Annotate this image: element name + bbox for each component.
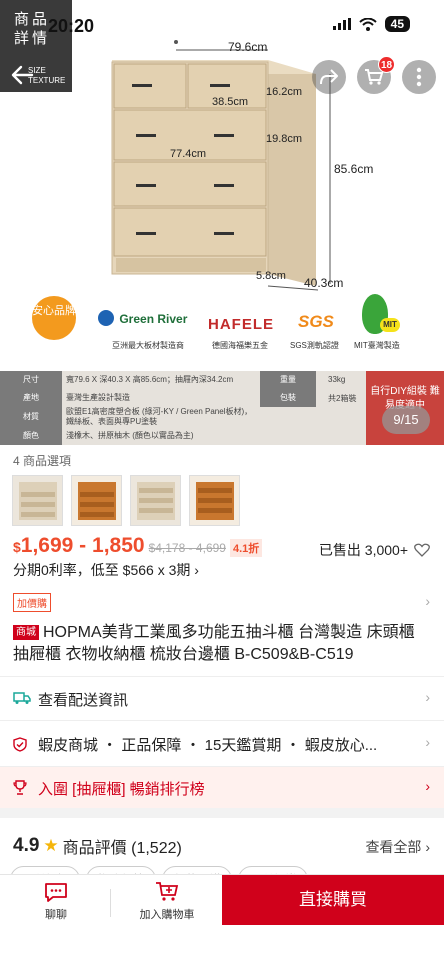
brand-mit: MIT <box>380 318 400 332</box>
hafele-caption: 德國海福樂五金 <box>212 341 268 350</box>
shipping-row[interactable]: 查看配送資訊 › <box>0 676 444 720</box>
ranking-row[interactable]: 入圍 [抽屜櫃] 暢銷排行榜 › <box>0 766 444 808</box>
chevron-right-icon: › <box>425 689 430 705</box>
sold-count: 已售出 3,000+ <box>319 540 430 560</box>
ranking-label: 入圍 [抽屜櫃] 暢銷排行榜 <box>38 781 205 798</box>
spec-label-size: 尺寸 <box>0 371 62 389</box>
variant-thumb[interactable] <box>189 475 240 526</box>
battery-indicator: 45 <box>384 16 410 32</box>
spec-table: 尺寸 寬79.6 X 深40.3 X 高85.6cm；抽屜內深34.2cm 產地… <box>0 371 444 445</box>
mall-tag: 商城 <box>13 625 39 640</box>
dim-leg: 5.8cm <box>256 270 286 282</box>
add-cart-label: 加入購物車 <box>139 909 195 921</box>
spec-value-size: 寬79.6 X 深40.3 X 高85.6cm；抽屜內深34.2cm <box>66 375 234 384</box>
detail-badge-sub: SIZE TEXTURE <box>28 66 66 85</box>
bottom-separator <box>110 889 111 917</box>
variant-thumb[interactable] <box>71 475 122 526</box>
price-range: 1,699 - 1,850 <box>20 534 145 557</box>
share-button[interactable] <box>312 60 346 94</box>
sold-label: 已售出 3,000+ <box>318 542 408 558</box>
dim-top-drawer-height: 16.2cm <box>266 86 303 98</box>
chat-button[interactable]: 聊聊 <box>36 881 76 922</box>
dim-drawer-width: 77.4cm <box>170 148 207 160</box>
truck-icon <box>13 692 31 704</box>
installment-info[interactable]: 分期0利率，低至 $566 x 3期 › <box>13 560 199 580</box>
brand-safe-label: 安心品牌 <box>32 305 76 317</box>
spec-label-color: 顏色 <box>0 427 62 445</box>
variant-thumb[interactable] <box>12 475 63 526</box>
guarantee-label: 蝦皮商城 ・ 正品保障 ・ 15天鑑賞期 ・ 蝦皮放心... <box>38 737 378 754</box>
rating-score: 4.9 <box>13 835 40 856</box>
image-counter: 9/15 <box>382 406 430 434</box>
rating-summary: 4.9 ★ 商品評價 (1,522) <box>13 834 182 858</box>
sgs-caption: SGS測軌認證 <box>290 341 339 350</box>
dim-height: 85.6cm <box>334 162 374 176</box>
dim-drawer-height: 19.8cm <box>266 133 303 145</box>
guarantee-row[interactable]: 蝦皮商城 ・ 正品保障 ・ 15天鑑賞期 ・ 蝦皮放心... › <box>0 720 444 766</box>
chat-label: 聊聊 <box>45 909 67 921</box>
signal-icon <box>332 18 351 30</box>
addon-tag[interactable]: 加價購 <box>13 593 51 612</box>
dim-depth: 40.3cm <box>304 276 344 290</box>
spec-value-package: 共2箱裝 <box>328 394 357 403</box>
dim-top-drawer-width: 38.5cm <box>212 96 249 108</box>
cart-button[interactable]: 18 <box>357 56 395 94</box>
green-river-label: Green River <box>119 312 188 326</box>
variant-thumbnails <box>12 475 240 526</box>
variant-thumb[interactable] <box>130 475 181 526</box>
product-title-text: HOPMA美背工業風多功能五抽斗櫃 台灣製造 床頭櫃 抽屜櫃 衣物收納櫃 梳妝台… <box>13 624 415 663</box>
share-icon <box>320 69 338 85</box>
original-price: $4,178 - 4,699 <box>148 541 226 555</box>
spec-label-origin: 產地 <box>0 389 62 407</box>
green-river-caption: 亞洲最大板材製造商 <box>112 341 184 350</box>
spec-label-weight: 重量 <box>260 371 316 389</box>
star-icon: ★ <box>43 836 59 855</box>
chat-icon <box>45 883 67 902</box>
back-arrow-icon[interactable] <box>10 64 34 86</box>
price-row: $ 1,699 - 1,850 $4,178 - 4,699 4.1折 <box>13 534 263 558</box>
rating-label: 商品評價 (1,522) <box>62 840 182 857</box>
spec-value-material: 歐盟E1高密度塑合板 (綠河-KY / Green Panel板材)，鐵絲板、表… <box>66 407 253 426</box>
chevron-right-icon: › <box>425 734 430 750</box>
more-icon <box>416 67 422 87</box>
chevron-right-icon: › <box>425 778 430 794</box>
variants-title: 4 商品選項 <box>13 454 72 468</box>
bottom-action-bar: 聊聊 加入購物車 直接購買 <box>0 874 444 960</box>
spec-label-package: 包裝 <box>260 389 316 407</box>
add-cart-icon <box>156 882 179 901</box>
spec-label-material: 材質 <box>0 407 62 427</box>
status-time: 20:20 <box>48 16 95 36</box>
section-divider <box>0 808 444 818</box>
shield-icon <box>13 737 27 752</box>
see-all-reviews[interactable]: 查看全部 › <box>365 837 430 857</box>
shipping-label: 查看配送資訊 <box>38 692 129 709</box>
trophy-icon <box>13 780 27 795</box>
see-all-label: 查看全部 <box>365 839 422 855</box>
price-currency: $ <box>13 539 21 555</box>
brand-sgs: SGS <box>298 312 334 331</box>
cart-count-badge: 18 <box>378 56 395 73</box>
heart-icon[interactable] <box>414 543 430 557</box>
add-to-cart-button[interactable]: 加入購物車 <box>130 881 204 922</box>
green-river-icon <box>98 310 114 326</box>
buy-now-button[interactable]: 直接購買 <box>222 875 444 925</box>
product-title: 商城 HOPMA美背工業風多功能五抽斗櫃 台灣製造 床頭櫃 抽屜櫃 衣物收納櫃 梳… <box>13 622 433 666</box>
discount-badge: 4.1折 <box>229 539 263 557</box>
status-icons: 45 <box>332 16 410 32</box>
spec-value-origin: 臺灣生產設計製造 <box>66 393 130 402</box>
brand-safe: 安心品牌 <box>32 296 76 340</box>
product-image[interactable]: 79.6cm 38.5cm 16.2cm 19.8cm 77.4cm 85.6c… <box>0 0 444 368</box>
brand-hafele: HAFELE <box>208 316 274 333</box>
spec-value-color: 淺橡木、拼原柚木 (顏色以實品為主) <box>66 431 194 440</box>
more-button[interactable] <box>402 60 436 94</box>
wifi-icon <box>358 17 377 31</box>
chevron-right-icon[interactable]: › <box>425 593 430 609</box>
brand-green-river: Green River <box>98 310 187 326</box>
spec-value-weight: 33kg <box>328 375 346 384</box>
mit-caption: MIT臺灣製造 <box>354 341 400 350</box>
status-bar: 20:20 45 <box>0 0 444 52</box>
